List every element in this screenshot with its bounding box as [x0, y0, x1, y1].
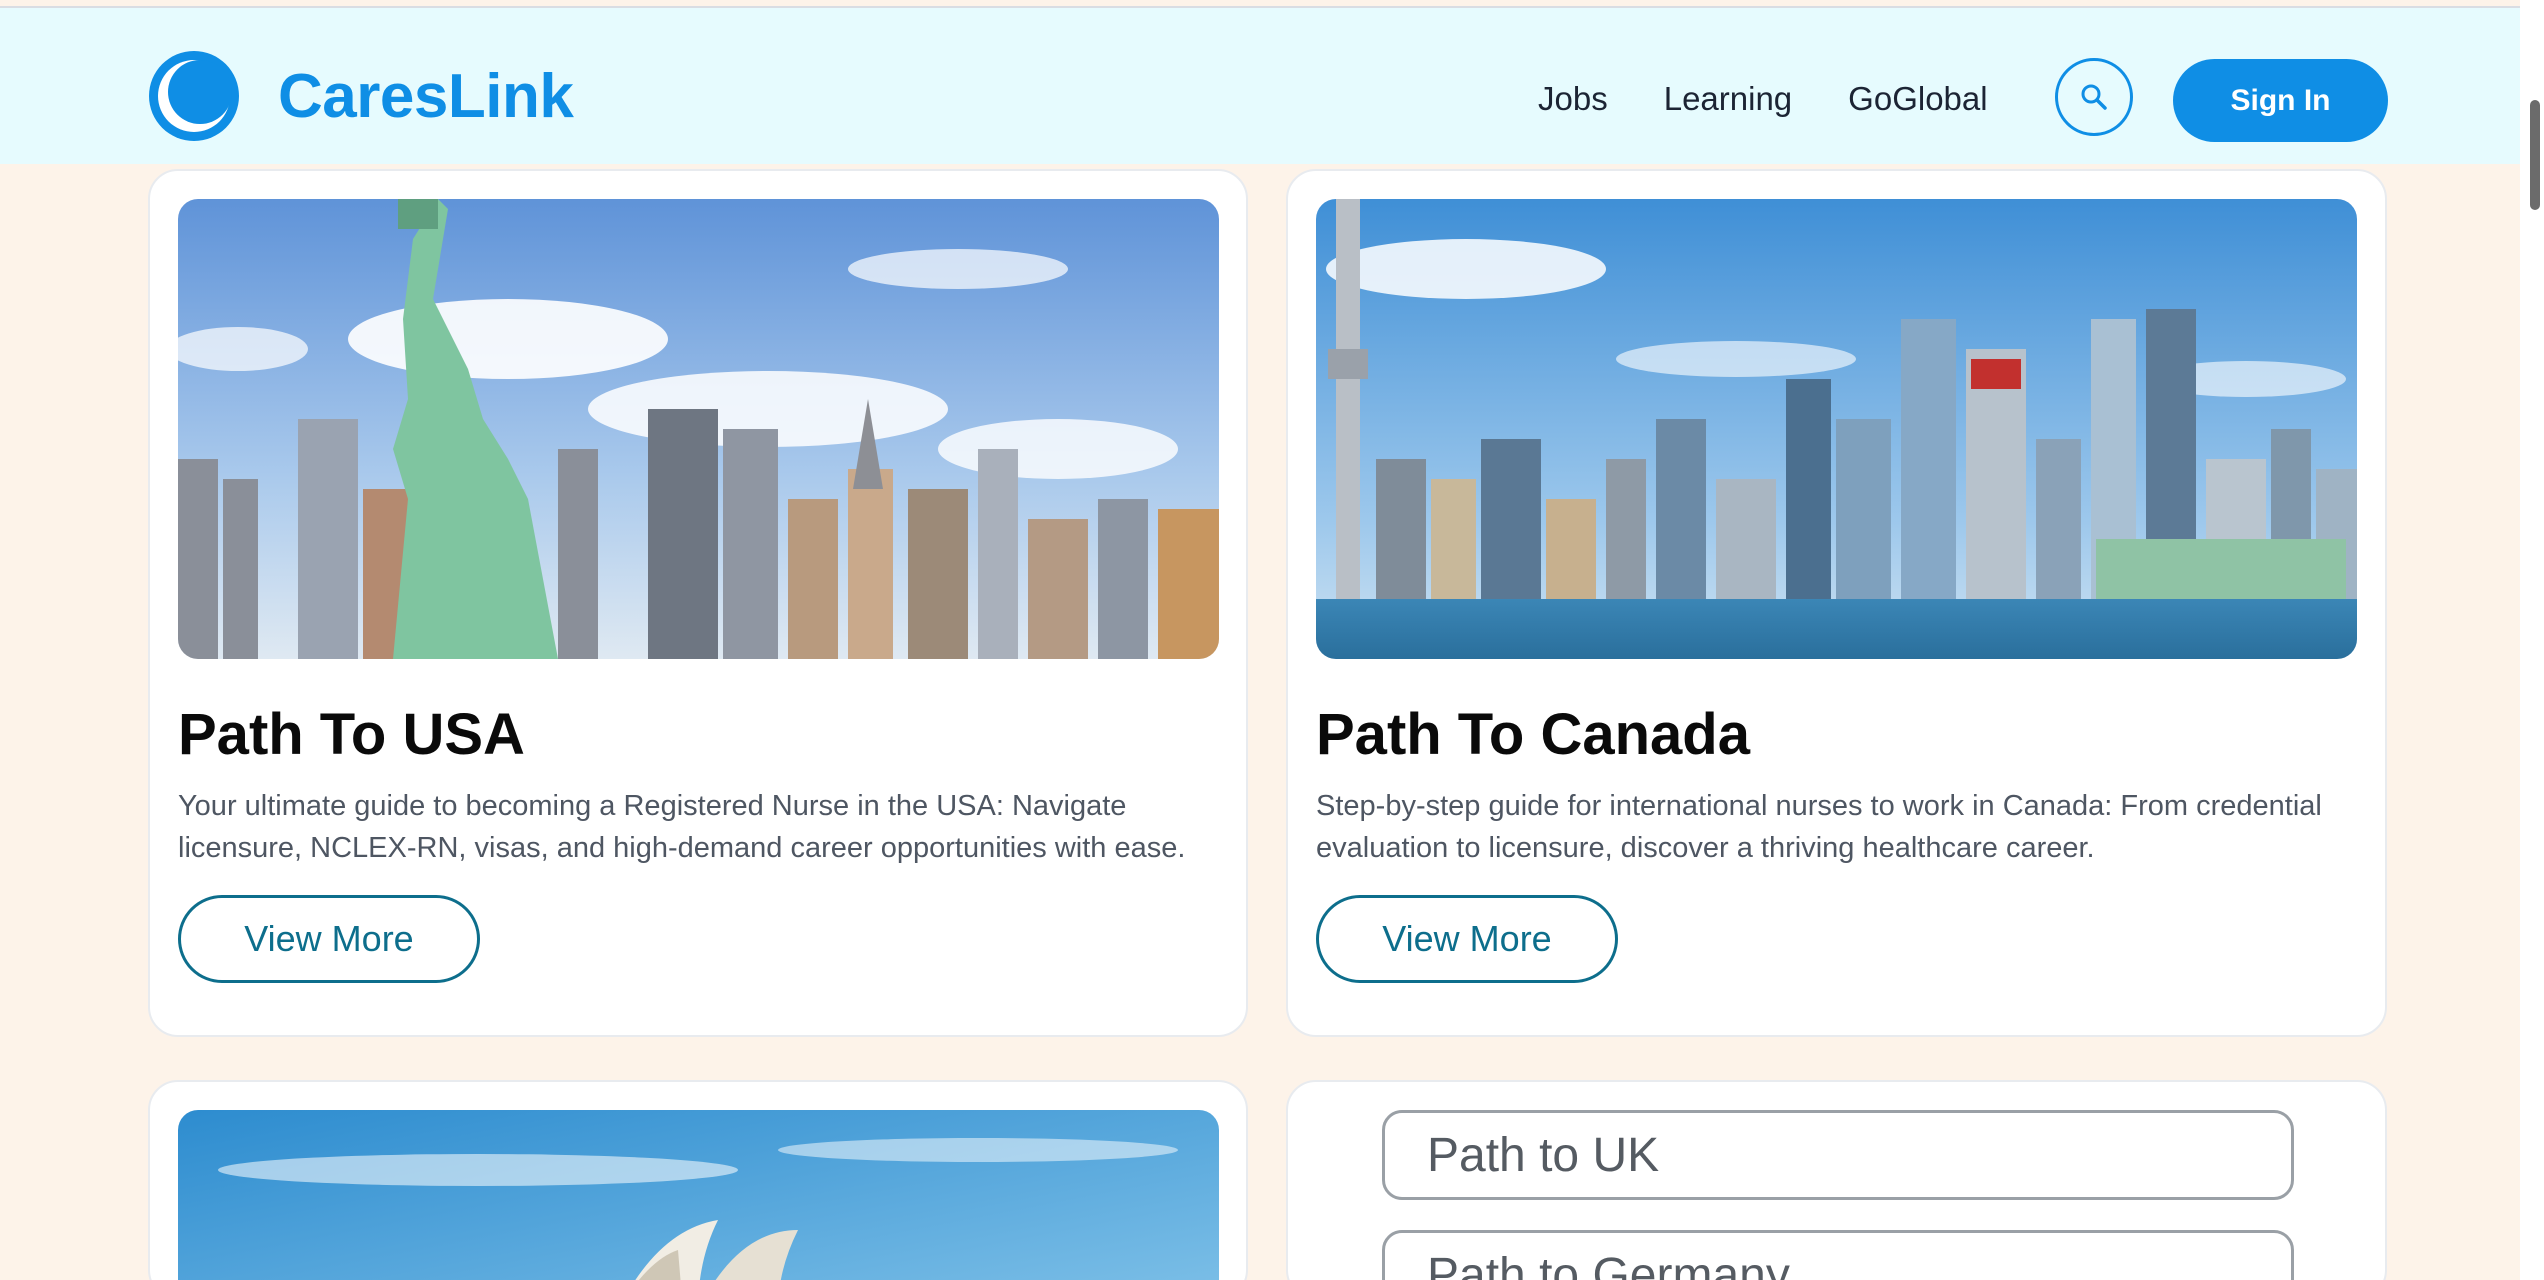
page-scrollbar[interactable]: [2520, 0, 2544, 1280]
sign-in-button[interactable]: Sign In: [2173, 59, 2388, 142]
card-title: Path To Canada: [1316, 702, 1750, 767]
card-path-canada: Path To Canada Step-by-step guide for in…: [1286, 169, 2387, 1037]
card-path-list: Path to UK Path to Germany: [1286, 1080, 2387, 1280]
usa-skyline-image: [178, 199, 1219, 659]
card-description: Step-by-step guide for international nur…: [1316, 790, 2322, 864]
view-more-button[interactable]: View More: [1316, 895, 1618, 983]
sydney-opera-house-image: [178, 1110, 1219, 1280]
card-title: Path To USA: [178, 702, 525, 767]
scrollbar-thumb[interactable]: [2530, 100, 2540, 210]
nav-jobs[interactable]: Jobs: [1538, 80, 1608, 118]
page: CaresLink Jobs Learning GoGlobal Sign In: [0, 0, 2544, 1280]
path-to-uk-option[interactable]: Path to UK: [1382, 1110, 2294, 1200]
card-path-usa: Path To USA Your ultimate guide to becom…: [148, 169, 1248, 1037]
canada-skyline-image: [1316, 199, 2357, 659]
search-icon: [2081, 84, 2107, 110]
careslink-logo-icon: [149, 51, 239, 141]
brand-name: CaresLink: [278, 61, 574, 131]
card-description: Your ultimate guide to becoming a Regist…: [178, 790, 1186, 864]
nav-goglobal[interactable]: GoGlobal: [1848, 80, 1987, 118]
brand-logo[interactable]: CaresLink: [146, 48, 574, 144]
main-nav: Jobs Learning GoGlobal: [1538, 80, 2044, 118]
nav-learning[interactable]: Learning: [1664, 80, 1792, 118]
path-to-germany-option[interactable]: Path to Germany: [1382, 1230, 2294, 1280]
card-path-australia: [148, 1080, 1248, 1280]
search-button[interactable]: [2055, 58, 2133, 136]
view-more-button[interactable]: View More: [178, 895, 480, 983]
site-header: CaresLink Jobs Learning GoGlobal Sign In: [0, 6, 2520, 164]
